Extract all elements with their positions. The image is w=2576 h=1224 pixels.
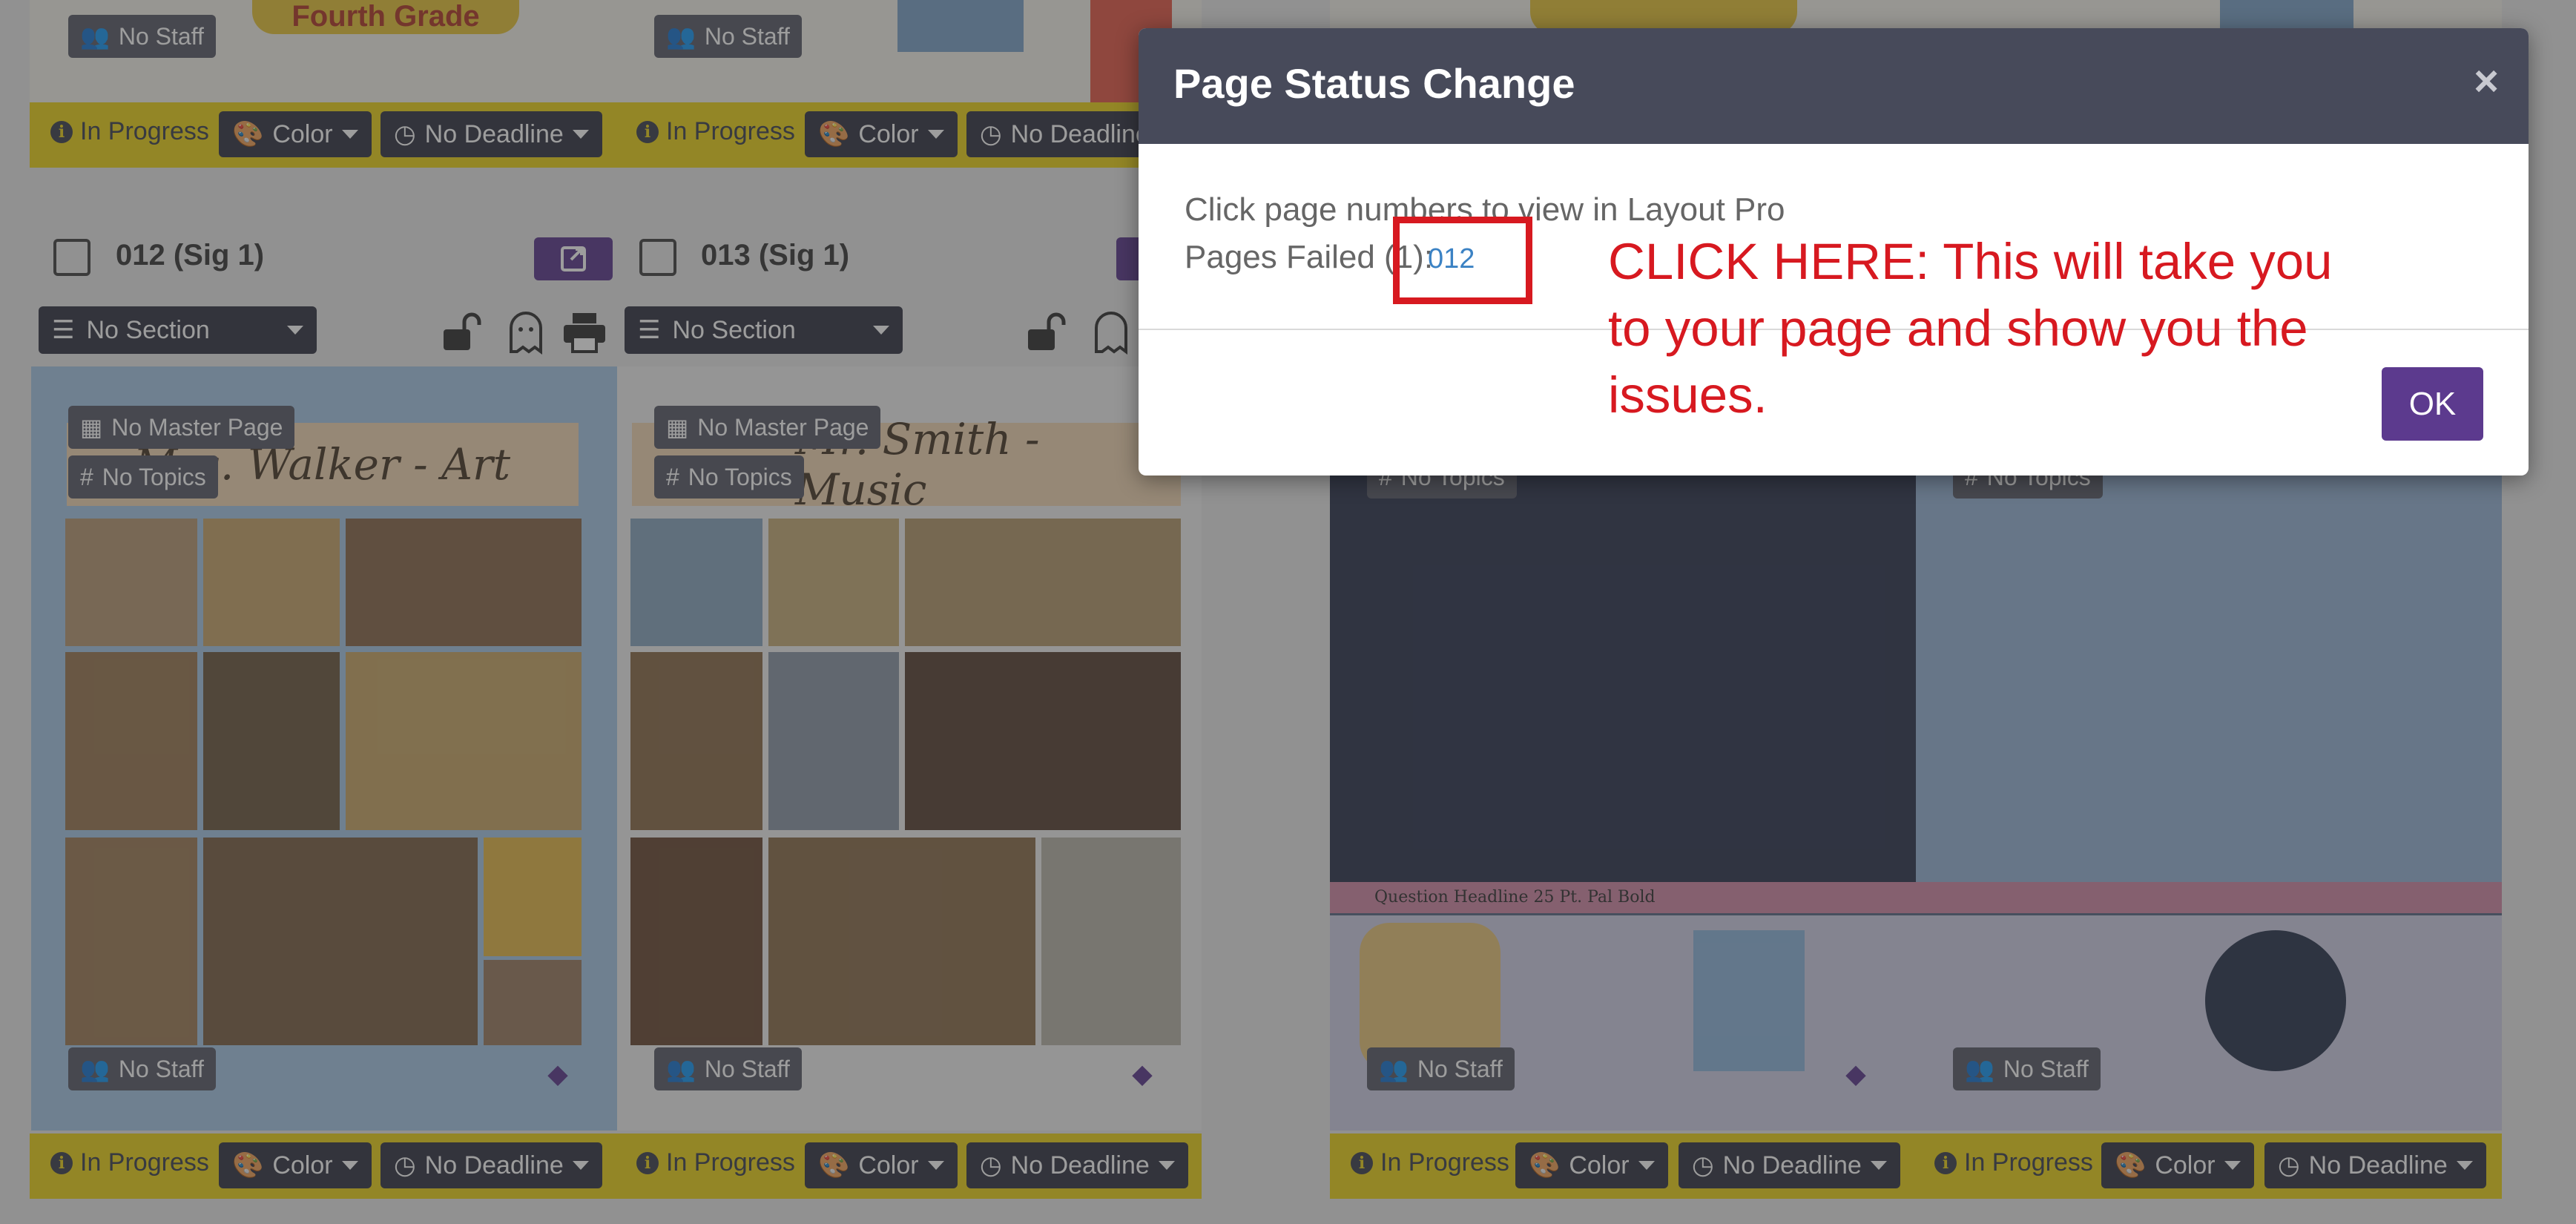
dialog-title: Page Status Change: [1173, 60, 1575, 107]
highlight-box: [1393, 217, 1532, 304]
dialog-header: Page Status Change ×: [1139, 28, 2529, 144]
annotation-callout: CLICK HERE: This will take you to your p…: [1608, 233, 2333, 424]
ok-button[interactable]: OK: [2382, 367, 2483, 441]
close-icon[interactable]: ×: [2474, 56, 2499, 106]
